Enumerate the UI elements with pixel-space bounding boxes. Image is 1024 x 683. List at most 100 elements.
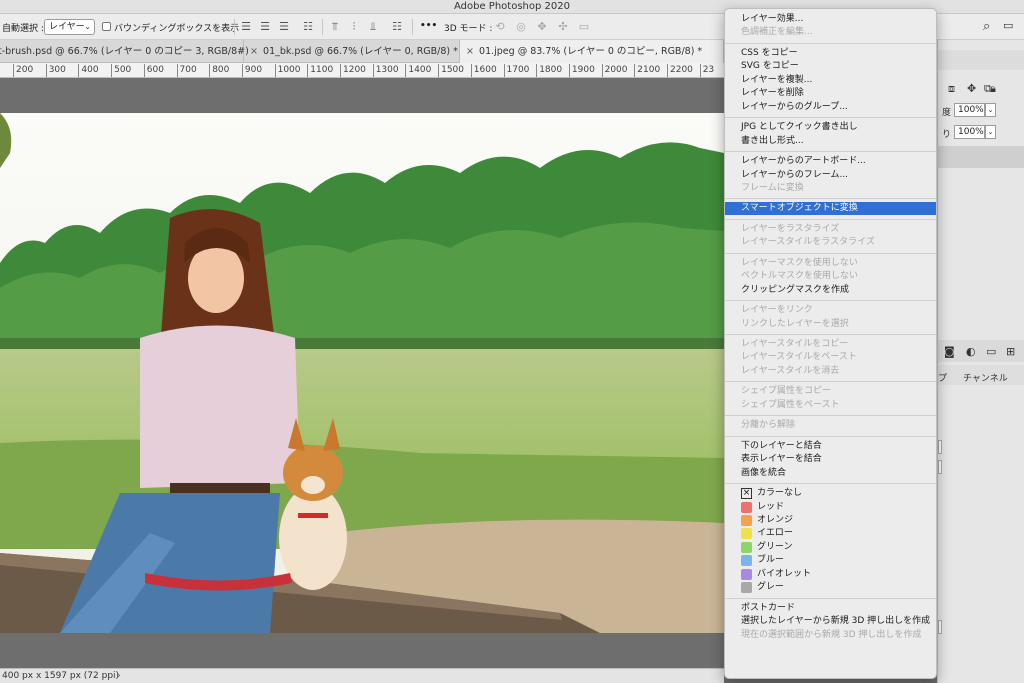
menu-item[interactable]: レイヤーからのグループ... (725, 101, 936, 114)
menu-item[interactable]: 書き出し形式... (725, 135, 936, 148)
ruler-tick: 2100 (634, 64, 660, 77)
menu-item[interactable]: CSS をコピー (725, 47, 936, 60)
align-left-icon[interactable]: ☰ (238, 19, 254, 35)
folder-icon[interactable]: ▭ (986, 345, 996, 358)
menu-item[interactable]: レイヤーからのフレーム... (725, 169, 936, 182)
canvas-area[interactable] (0, 78, 724, 668)
menu-item-label: レイヤー効果... (741, 14, 804, 24)
menu-item-label: イエロー (757, 528, 793, 539)
menu-item[interactable]: レイヤーを複製... (725, 74, 936, 87)
menu-item-label: 書き出し形式... (741, 135, 804, 146)
menu-item-label: 選択したレイヤーから新規 3D 押し出しを作成 (741, 616, 931, 627)
menu-item[interactable]: ポストカード (725, 602, 936, 615)
3d-camera-icon[interactable]: ▭ (576, 19, 592, 35)
tab-label: 01_bk.psd @ 66.7% (レイヤー 0, RGB/8) * (263, 46, 458, 57)
menu-item-label: レイヤーを複製... (741, 74, 813, 85)
workspace-icon[interactable]: ▭ (1003, 19, 1013, 32)
menu-item[interactable]: レッド (725, 501, 936, 514)
align-bottom-icon[interactable]: ⫫ (365, 19, 381, 35)
align-top-icon[interactable]: ⫪ (327, 19, 343, 35)
color-swatch (741, 501, 752, 513)
ruler-tick: 2000 (601, 64, 628, 77)
menu-item[interactable]: レイヤーを削除 (725, 87, 936, 100)
align-center-icon[interactable]: ☰ (257, 19, 273, 35)
menu-item-label: ポストカード (741, 602, 796, 613)
3d-roll-icon[interactable]: ◎ (513, 19, 529, 35)
ruler-tick: 1200 (340, 64, 366, 77)
tab-partial[interactable]: プ (938, 371, 947, 384)
tab-01-jpeg[interactable]: × 01.jpeg @ 83.7% (レイヤー 0 のコピー, RGB/8) * (460, 40, 724, 63)
divider (234, 19, 235, 35)
field-stub[interactable] (938, 440, 942, 454)
align-right-icon[interactable]: ☰ (276, 19, 292, 35)
menu-separator (725, 198, 936, 200)
fill-input[interactable]: 100% (954, 125, 985, 139)
transform-icon[interactable]: ⧈ (948, 82, 955, 96)
tab-label: 01.jpeg @ 83.7% (レイヤー 0 のコピー, RGB/8) * (479, 46, 703, 57)
menu-item-label: 下のレイヤーと結合 (741, 440, 822, 451)
color-swatch (741, 555, 752, 567)
field-stub[interactable] (938, 460, 942, 474)
ruler-tick: 400 (78, 64, 99, 77)
3d-slide-icon[interactable]: ✣ (555, 19, 571, 35)
layers-panel: ⧈ ✥ ⧉ 🔒︎ 度 : 100% ⌄ り : 100% ⌄ ◙ ◐ ▭ ⊞ プ… (937, 40, 1024, 683)
menu-item[interactable]: 下のレイヤーと結合 (725, 440, 936, 453)
menu-item-label: レイヤーからのアートボード... (741, 156, 866, 167)
tab-t-brush[interactable]: t-brush.psd @ 66.7% (レイヤー 0 のコピー 3, RGB/… (0, 40, 249, 63)
status-menu-arrow[interactable]: › (117, 669, 121, 683)
menu-item[interactable]: レイヤー効果... (725, 13, 936, 26)
3d-rotate-icon[interactable]: ⟲ (492, 19, 508, 35)
menu-item[interactable]: JPG としてクイック書き出し (725, 121, 936, 134)
menu-item[interactable]: グリーン (725, 541, 936, 554)
layer-row-selected[interactable] (938, 146, 1024, 168)
ruler-tick: 600 (143, 64, 164, 77)
menu-item[interactable]: オレンジ (725, 514, 936, 527)
field-stub[interactable] (938, 620, 942, 634)
menu-item[interactable]: SVG をコピー (725, 60, 936, 73)
opacity-dropdown[interactable]: ⌄ (985, 103, 996, 117)
menu-item-label: レイヤースタイルをラスタライズ (741, 237, 875, 248)
opacity-input[interactable]: 100% (954, 103, 985, 117)
document-photo[interactable] (0, 113, 724, 633)
menu-item[interactable]: イエロー (725, 527, 936, 540)
distribute-vertical-icon[interactable]: ☷ (389, 19, 405, 35)
menu-item: レイヤーをラスタライズ (725, 223, 936, 236)
menu-item-label: 表示レイヤーを結合 (741, 454, 822, 465)
horizontal-ruler: 200 300 400 500 600 700 800 900 1000 1100 1200 1300… (0, 63, 724, 78)
close-icon[interactable]: × (248, 40, 260, 63)
menu-item[interactable]: × カラーなし (725, 487, 936, 500)
mask-icon[interactable]: ◙ (944, 345, 955, 358)
menu-item-label: ベクトルマスクを使用しない (741, 271, 859, 282)
adjustment-icon[interactable]: ◐ (966, 345, 976, 358)
ruler-tick: 1300 (372, 64, 399, 77)
lock-position-icon[interactable]: ✥ (967, 82, 976, 95)
menu-item[interactable]: レイヤーからのアートボード... (725, 155, 936, 168)
menu-item[interactable]: グレー (725, 581, 936, 594)
align-middle-icon[interactable]: ⫶ (346, 19, 362, 35)
fill-dropdown[interactable]: ⌄ (985, 125, 996, 139)
new-layer-icon[interactable]: ⊞ (1006, 345, 1015, 358)
menu-item[interactable]: ブルー (725, 554, 936, 567)
menu-item[interactable]: バイオレット (725, 568, 936, 581)
menu-item[interactable]: 画像を統合 (725, 467, 936, 480)
auto-select-dropdown[interactable]: レイヤー ⌄ (44, 19, 95, 35)
bounding-box-checkbox[interactable] (102, 22, 111, 31)
lock-icon[interactable]: 🔒︎ (990, 82, 996, 96)
ruler-tick: 1700 (503, 64, 529, 77)
tab-01-bk[interactable]: × 01_bk.psd @ 66.7% (レイヤー 0, RGB/8) * (244, 40, 460, 63)
menu-item-label: グレー (757, 582, 785, 593)
menu-item[interactable]: 選択したレイヤーから新規 3D 押し出しを作成 (725, 615, 936, 628)
search-icon[interactable]: ⌕ (983, 19, 990, 34)
menu-item[interactable]: スマートオブジェクトに変換 (725, 202, 936, 216)
ruler-tick: 2200 (667, 64, 693, 77)
menu-item-label: シェイプ属性をコピー (741, 386, 832, 397)
close-icon[interactable]: × (464, 40, 476, 63)
3d-pan-icon[interactable]: ✥ (534, 19, 550, 35)
menu-item-label: 画像を統合 (741, 467, 787, 478)
menu-separator (725, 117, 936, 119)
menu-item[interactable]: クリッピングマスクを作成 (725, 284, 936, 297)
menu-item[interactable]: 表示レイヤーを結合 (725, 453, 936, 466)
tab-channels[interactable]: チャンネル (963, 371, 1008, 384)
more-options-button[interactable]: ••• (420, 21, 437, 31)
distribute-horizontal-icon[interactable]: ☷ (300, 19, 316, 35)
